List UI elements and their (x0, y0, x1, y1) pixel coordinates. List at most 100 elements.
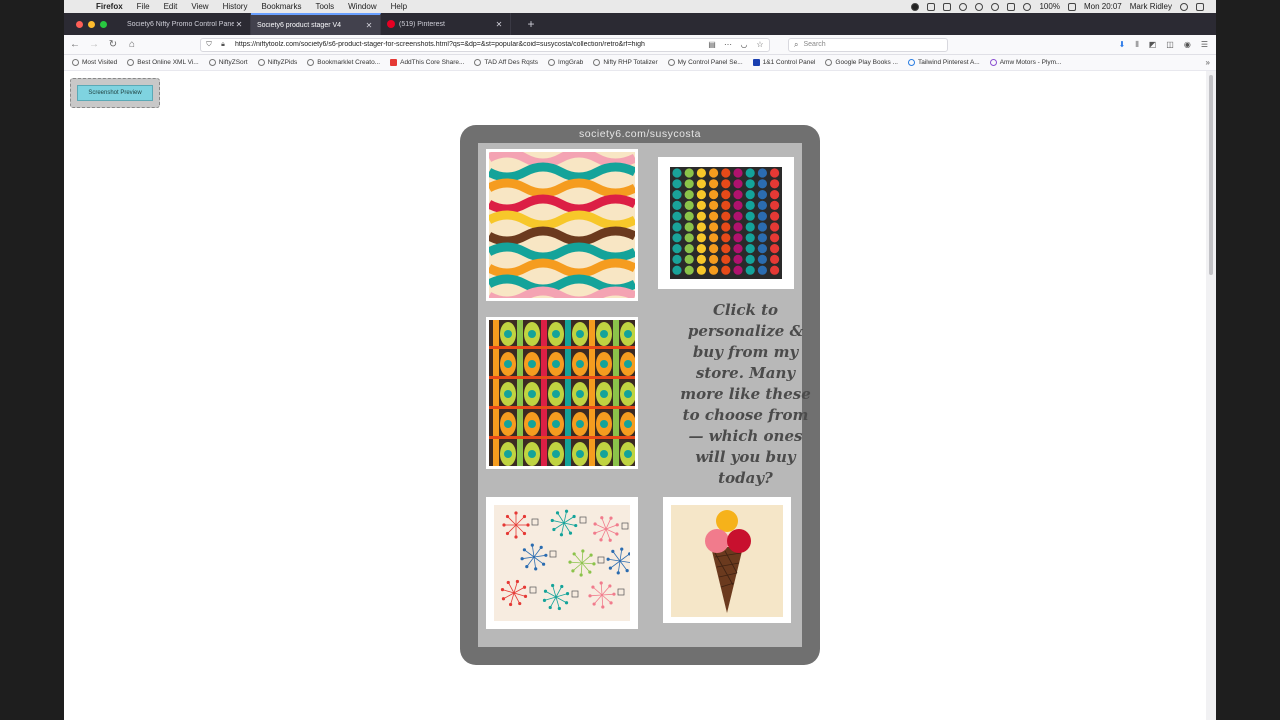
tab-label: Society6 Nifty Promo Control Panel (127, 20, 234, 28)
sync-icon[interactable] (959, 2, 968, 11)
product-tile-wave-pattern[interactable] (486, 149, 638, 301)
spotlight-icon[interactable] (1180, 2, 1188, 11)
menu-edit[interactable]: Edit (164, 2, 178, 11)
bookmark-label: AddThis Core Share... (400, 59, 465, 66)
home-icon[interactable]: ⌂ (124, 37, 140, 53)
menu-file[interactable]: File (137, 2, 150, 11)
bookmark-tailwind[interactable]: Tailwind Pinterest A... (907, 59, 980, 66)
collage-board: Click to personalize & buy from my store… (478, 143, 811, 647)
bookmark-bookmarklet-creator[interactable]: Bookmarklet Creato... (307, 59, 380, 66)
bookmarks-toolbar: Most Visited Best Online XML Vi... Nifty… (64, 55, 1216, 71)
info-icon[interactable] (975, 2, 984, 11)
bookmark-amw-motors[interactable]: Amw Motors - Plym... (989, 59, 1061, 66)
close-window-button[interactable] (76, 20, 83, 28)
bookmark-imggrab[interactable]: ImgGrab (548, 59, 583, 66)
reader-view-icon[interactable]: ▤ (707, 40, 717, 49)
bookmark-xml-viewer[interactable]: Best Online XML Vi... (127, 59, 199, 66)
bookmark-label: ImgGrab (558, 59, 584, 66)
tab-pinterest[interactable]: (519) Pinterest ✕ (381, 13, 511, 35)
minimize-window-button[interactable] (88, 20, 95, 28)
menu-user[interactable]: Mark Ridley (1130, 2, 1172, 11)
lock-icon[interactable]: 🔒︎ (219, 41, 227, 49)
sidebar-icon[interactable]: ◫ (1166, 40, 1174, 50)
bookmark-label: Nifty RHP Totalizer (603, 59, 658, 66)
product-tile-ice-cream[interactable] (663, 497, 791, 623)
globe-icon (208, 59, 216, 66)
menu-clock[interactable]: Mon 20:07 (1084, 2, 1122, 11)
menu-history[interactable]: History (223, 2, 248, 11)
forward-icon[interactable]: → (86, 37, 102, 53)
bookmark-google-play-books[interactable]: Google Play Books ... (825, 59, 898, 66)
bookmark-label: NiftyZPids (267, 59, 298, 66)
product-tile-dot-grid[interactable] (658, 157, 794, 289)
tab-close-icon[interactable]: ✕ (494, 20, 504, 29)
screen-icon[interactable] (943, 2, 952, 11)
dot-grid-art (670, 167, 782, 279)
menu-app-name[interactable]: Firefox (96, 2, 123, 11)
ionos-icon (752, 59, 760, 66)
battery-icon[interactable] (1067, 2, 1076, 11)
tab-promo-control-panel[interactable]: Society6 Nifty Promo Control Panel ✕ (121, 13, 251, 35)
product-collage[interactable]: society6.com/susycosta Click to personal… (460, 125, 820, 665)
tab-close-icon[interactable]: ✕ (364, 21, 374, 30)
bookmark-tad[interactable]: TAD Aff Des Rqsts (474, 59, 538, 66)
pinterest-icon (387, 20, 395, 28)
battery-percent: 100% (1039, 2, 1060, 11)
tab-close-icon[interactable]: ✕ (234, 20, 244, 29)
page-actions-icon[interactable]: ⋯ (723, 40, 733, 49)
pocket-icon[interactable]: ◡ (739, 40, 749, 49)
bookmark-label: 1&1 Control Panel (762, 59, 816, 66)
bookmark-1and1[interactable]: 1&1 Control Panel (752, 59, 816, 66)
copy-icon[interactable] (927, 2, 936, 11)
url-bar[interactable]: ⛉ 🔒︎ https://niftytoolz.com/society6/s6-… (200, 37, 770, 52)
product-tile-tribal-pattern[interactable] (486, 317, 638, 469)
globe-icon (257, 59, 265, 66)
screen: Firefox File Edit View History Bookmarks… (0, 0, 1280, 720)
zoom-window-button[interactable] (100, 20, 107, 28)
new-tab-button[interactable]: + (525, 17, 537, 31)
menu-tools[interactable]: Tools (315, 2, 334, 11)
window-controls (76, 20, 107, 28)
tab-product-stager[interactable]: Society6 product stager V4 ✕ (251, 13, 381, 35)
reload-icon[interactable]: ↻ (105, 37, 121, 53)
vertical-scrollbar[interactable] (1206, 71, 1216, 720)
bluetooth-icon[interactable] (1007, 2, 1016, 11)
bookmark-addthis[interactable]: AddThis Core Share... (390, 59, 464, 66)
product-tile-atomic-pattern[interactable] (486, 497, 638, 629)
cta-message[interactable]: Click to personalize & buy from my store… (678, 300, 813, 489)
globe-icon (548, 59, 556, 66)
library-icon[interactable]: ⫴ (1135, 40, 1138, 50)
menu-icon[interactable]: ☰ (1201, 40, 1208, 50)
notification-center-icon[interactable] (1196, 2, 1204, 11)
bookmark-niftyzpids[interactable]: NiftyZPids (257, 59, 298, 66)
bookmark-niftyzsort[interactable]: NiftyZSort (208, 59, 248, 66)
menu-view[interactable]: View (191, 2, 208, 11)
tracking-shield-icon[interactable]: ⛉ (205, 41, 213, 49)
menu-bookmarks[interactable]: Bookmarks (261, 2, 301, 11)
clock-icon[interactable] (991, 2, 1000, 11)
back-icon[interactable]: ← (67, 37, 83, 53)
extension-icon[interactable]: ◩ (1149, 40, 1157, 50)
bookmark-rhp-totalizer[interactable]: Nifty RHP Totalizer (593, 59, 658, 66)
scrollbar-thumb[interactable] (1209, 75, 1213, 275)
bookmark-label: Tailwind Pinterest A... (917, 59, 980, 66)
account-icon[interactable]: ◉ (1184, 40, 1191, 50)
bookmark-star-icon[interactable]: ☆ (755, 40, 765, 49)
status-area: 100% Mon 20:07 Mark Ridley (911, 2, 1216, 11)
menu-help[interactable]: Help (391, 2, 407, 11)
record-icon[interactable] (911, 2, 920, 11)
menu-window[interactable]: Window (348, 2, 376, 11)
tab-label: (519) Pinterest (399, 20, 445, 28)
toolbar-buttons: ⬇ ⫴ ◩ ◫ ◉ ☰ (1119, 40, 1216, 50)
downloads-icon[interactable]: ⬇ (1119, 40, 1126, 50)
url-text[interactable]: https://niftytoolz.com/society6/s6-produ… (235, 41, 701, 48)
screenshot-preview-button[interactable]: Screenshot Preview (70, 78, 160, 108)
bookmark-most-visited[interactable]: Most Visited (72, 59, 117, 66)
chevron-right-icon[interactable]: » (1206, 58, 1216, 67)
tailwind-icon (907, 59, 915, 66)
bookmark-control-panel[interactable]: My Control Panel Se... (667, 59, 743, 66)
bookmark-label: Google Play Books ... (835, 59, 898, 66)
search-input[interactable]: ⌕ Search (788, 37, 948, 52)
wifi-icon[interactable] (1023, 2, 1032, 11)
search-placeholder: Search (803, 41, 826, 48)
